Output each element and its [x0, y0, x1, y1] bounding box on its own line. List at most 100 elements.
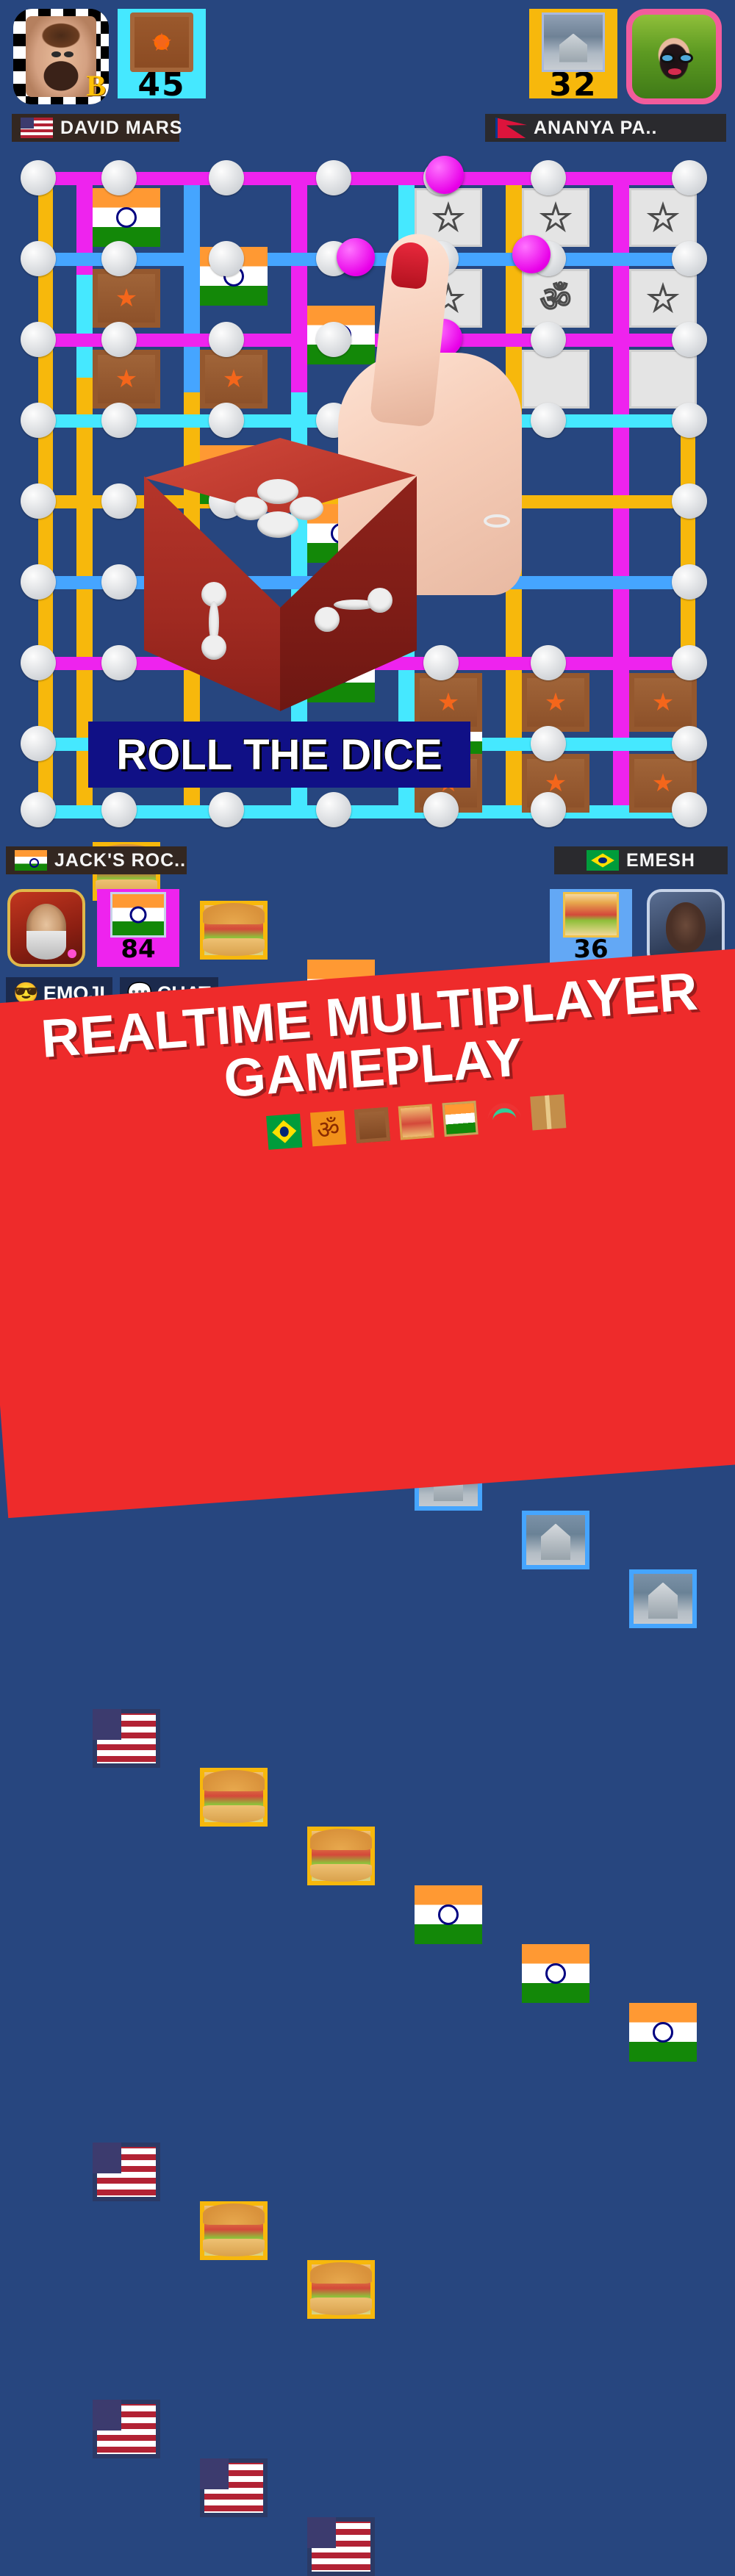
- avatar-eye-right: [678, 53, 693, 64]
- chocolate-tile-icon: [130, 12, 193, 72]
- avatar-eye-right: [63, 51, 74, 58]
- score-tile-david-mars: 45: [118, 9, 206, 104]
- chocolate-icon: [354, 1107, 391, 1144]
- board-peg: [423, 792, 459, 827]
- board-divider: [184, 172, 200, 392]
- board-peg: [672, 726, 707, 761]
- board-tile[interactable]: ★: [93, 350, 160, 409]
- score-value-david-mars: 45: [137, 66, 186, 104]
- board-tile[interactable]: [307, 2517, 375, 2576]
- board-peg: [21, 322, 56, 357]
- board-peg: [209, 160, 244, 195]
- board-peg: [209, 241, 244, 276]
- board-divider: [76, 275, 93, 378]
- board-peg: [531, 645, 566, 680]
- gift-icon: [530, 1094, 567, 1131]
- board-tile[interactable]: [629, 350, 697, 409]
- score-value-ananya: 32: [549, 66, 598, 104]
- board-tile[interactable]: [522, 1944, 589, 2003]
- board-tile[interactable]: ★: [629, 269, 697, 328]
- board-peg: [672, 322, 707, 357]
- avatar-lips: [668, 68, 682, 75]
- board-tile[interactable]: [93, 2400, 160, 2458]
- board-peg: [21, 792, 56, 827]
- player-name-bar-ananya: ANANYA PA..: [485, 114, 726, 142]
- nepal-flag-icon: [494, 118, 526, 138]
- dice-pip: [315, 607, 340, 632]
- board-tile[interactable]: ★: [522, 673, 589, 732]
- board-divider: [38, 172, 695, 185]
- promo-banner: REALTIME MULTIPLAYER GAMEPLAY ॐ: [0, 946, 735, 1519]
- board-tile[interactable]: [629, 1569, 697, 1628]
- score-tile-ananya: 32: [529, 9, 617, 104]
- board-tile[interactable]: [93, 2143, 160, 2201]
- player-name-bar-jacks-roc: JACK'S ROC..: [6, 846, 187, 874]
- avatar-jacks-roc[interactable]: [7, 889, 85, 967]
- roll-the-dice-button[interactable]: ROLL THE DICE: [88, 722, 470, 788]
- board-peg: [672, 645, 707, 680]
- player-name-ananya: ANANYA PA..: [534, 117, 658, 138]
- board-tile[interactable]: [93, 1709, 160, 1768]
- player-token[interactable]: [426, 156, 464, 194]
- board-tile[interactable]: [307, 2260, 375, 2319]
- avatar-eye-left: [659, 53, 675, 64]
- board-peg: [672, 160, 707, 195]
- board-tile[interactable]: [629, 2003, 697, 2062]
- board-tile[interactable]: [415, 1885, 482, 1944]
- board-tile[interactable]: [200, 901, 268, 960]
- board-tile[interactable]: [522, 1511, 589, 1569]
- board-peg: [21, 403, 56, 438]
- burger-icon: [398, 1104, 434, 1140]
- board-tile[interactable]: ★: [200, 350, 268, 409]
- board-peg: [101, 241, 137, 276]
- dice-pip: [257, 511, 298, 538]
- board-peg: [101, 403, 137, 438]
- board-peg: [423, 645, 459, 680]
- board-peg: [21, 241, 56, 276]
- dice-3d[interactable]: [144, 438, 417, 732]
- board-peg: [316, 792, 351, 827]
- score-value-jacks-roc: 84: [121, 935, 156, 964]
- board-tile[interactable]: ★: [629, 188, 697, 247]
- board-divider: [291, 172, 307, 392]
- avatar-beard: [26, 930, 67, 960]
- avatar-david-mars[interactable]: B: [13, 9, 109, 104]
- india-flag-icon: [15, 850, 47, 871]
- board-tile[interactable]: [93, 188, 160, 247]
- board-peg: [101, 483, 137, 519]
- board-peg: [672, 564, 707, 600]
- india-flag-tile-icon: [110, 892, 166, 938]
- board-tile[interactable]: [200, 2201, 268, 2260]
- board-peg: [672, 792, 707, 827]
- avatar-badge-letter: B: [86, 69, 106, 102]
- board-peg: [316, 160, 351, 195]
- us-flag-icon: [21, 118, 53, 138]
- board-tile[interactable]: [200, 2458, 268, 2517]
- board-tile[interactable]: [200, 1768, 268, 1827]
- promo-icon-strip: ॐ: [266, 1094, 567, 1150]
- dice-pip: [368, 588, 392, 613]
- board-peg: [531, 160, 566, 195]
- board-tile[interactable]: [307, 1827, 375, 1885]
- brazil-flag-icon: [587, 850, 620, 871]
- game-screen: B 45 32 DAVID MARS ANANYA PA..: [0, 0, 735, 2576]
- player-name-emesh: EMESH: [626, 849, 695, 871]
- avatar-eye-left: [51, 51, 61, 58]
- brazil-flag-icon: [266, 1113, 303, 1150]
- dice-pip: [201, 635, 226, 660]
- board-tile[interactable]: ★: [629, 673, 697, 732]
- player-name-bar-emesh: EMESH: [554, 846, 728, 874]
- score-tile-jacks-roc: 84: [97, 889, 179, 967]
- board-peg: [531, 792, 566, 827]
- burger-tile-icon: [563, 892, 619, 938]
- board-peg: [21, 160, 56, 195]
- board-peg: [531, 726, 566, 761]
- board-peg: [21, 564, 56, 600]
- om-symbol-icon: ॐ: [309, 1110, 347, 1147]
- board-peg: [672, 403, 707, 438]
- avatar-ananya[interactable]: [626, 9, 722, 104]
- board-peg: [21, 483, 56, 519]
- board-tile[interactable]: ★: [93, 269, 160, 328]
- player-name-bar-david-mars: DAVID MARS: [12, 114, 182, 142]
- board-peg: [21, 645, 56, 680]
